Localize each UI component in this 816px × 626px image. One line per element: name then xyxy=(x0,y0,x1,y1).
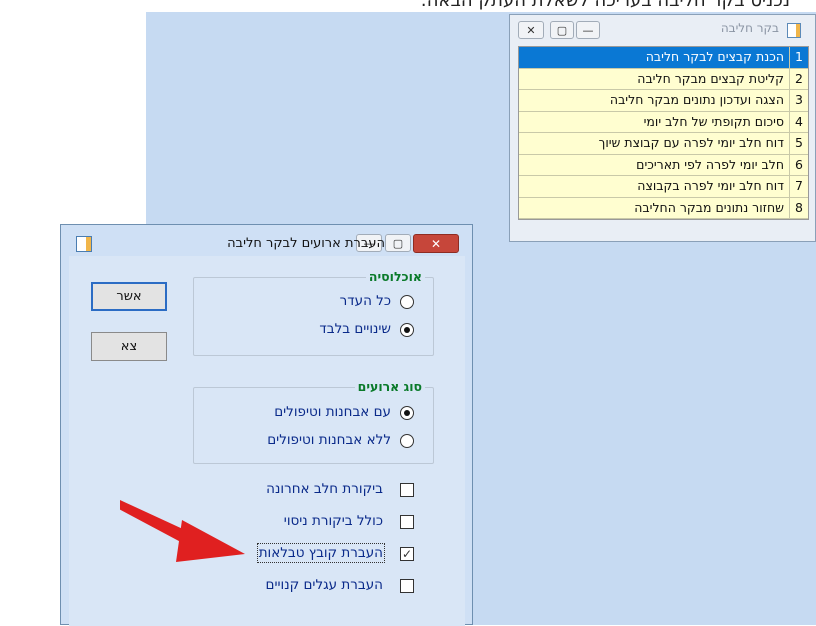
radio-icon[interactable] xyxy=(400,295,414,309)
menu-item-label: קליטת קבצים מבקר חליבה xyxy=(637,70,784,86)
menu-item-number: 7 xyxy=(789,176,808,197)
menu-item-number: 3 xyxy=(789,90,808,111)
window-title: בקר חליבה xyxy=(720,21,779,35)
confirm-button[interactable]: אשר xyxy=(91,282,167,311)
menu-item-number: 1 xyxy=(789,47,808,68)
title-bar: — ▢ ✕ העברת ארועים לבקר חליבה xyxy=(61,225,472,257)
checkbox-icon[interactable] xyxy=(400,579,414,593)
population-legend: אוכלוסיה xyxy=(365,269,425,284)
menu-item[interactable]: 3 הצגה ועדכון נתונים מבקר חליבה xyxy=(519,90,808,112)
population-option-all[interactable]: כל העדר xyxy=(340,293,391,309)
menu-item-label: הצגה ועדכון נתונים מבקר חליבה xyxy=(609,92,784,107)
red-arrow-icon xyxy=(120,500,245,562)
population-group: אוכלוסיה כל העדר שינויים בלבד xyxy=(193,269,434,356)
radio-icon[interactable] xyxy=(400,434,414,448)
maximize-button[interactable]: ▢ xyxy=(385,234,411,252)
checkbox-transfer-tables-file[interactable]: העברת קובץ טבלאות xyxy=(256,543,386,563)
app-icon xyxy=(76,236,92,252)
event-option-without-diagnoses[interactable]: ללא אבחנות וטיפולים xyxy=(267,432,391,448)
exit-button[interactable]: צא xyxy=(91,332,167,361)
close-button[interactable]: ✕ xyxy=(413,234,459,253)
checkbox-transfer-bought-calves[interactable]: העברת עגלים קנויים xyxy=(266,577,383,593)
event-type-group: סוג ארועים עם אבחנות וטיפולים ללא אבחנות… xyxy=(193,379,434,464)
menu-item-label: דוח חלב יומי לפרה עם קבוצת שיוך xyxy=(598,135,784,150)
menu-item[interactable]: 7 דוח חלב יומי לפרה בקבוצה xyxy=(519,176,808,198)
top-caption: נכניס בקר חליבה בעריכה לשאלת העתק הבאה: xyxy=(420,0,790,11)
menu-item[interactable]: 8 שחזור נתונים מבקר החליבה xyxy=(519,197,808,219)
menu-item[interactable]: 2 קליטת קבצים מבקר חליבה xyxy=(519,68,808,90)
population-option-changes[interactable]: שינויים בלבד xyxy=(319,321,391,337)
radio-icon[interactable] xyxy=(400,323,414,337)
maximize-icon: ▢ xyxy=(392,236,404,250)
app-icon xyxy=(787,23,801,38)
menu-item-label: הכנת קבצים לבקר חליבה xyxy=(645,49,784,64)
checkbox-last-milk-check[interactable]: ביקורת חלב אחרונה xyxy=(266,481,383,497)
menu-item-number: 5 xyxy=(789,133,808,154)
menu-item[interactable]: 5 דוח חלב יומי לפרה עם קבוצת שיוך xyxy=(519,133,808,155)
radio-icon[interactable] xyxy=(400,406,414,420)
checkbox-icon[interactable] xyxy=(400,515,414,529)
title-bar: ✕ ▢ — בקר חליבה xyxy=(510,15,815,45)
event-option-with-diagnoses[interactable]: עם אבחנות וטיפולים xyxy=(274,404,391,420)
menu-item[interactable]: 6 חלב יומי לפרה לפי תאריכים xyxy=(519,154,808,176)
menu-item-number: 4 xyxy=(789,111,808,132)
menu-item-label: שחזור נתונים מבקר החליבה xyxy=(634,199,784,215)
menu-item-number: 6 xyxy=(789,154,808,175)
menu-item[interactable]: 4 סיכום תקופתי של חלב יומי xyxy=(519,111,808,133)
menu-item-number: 8 xyxy=(789,197,808,218)
menu-item-number: 2 xyxy=(789,68,808,89)
menu-item[interactable]: 1 הכנת קבצים לבקר חליבה xyxy=(519,47,808,69)
dialog-title: העברת ארועים לבקר חליבה xyxy=(227,236,385,251)
dialog-body: אשר צא אוכלוסיה כל העדר שינויים בלבד סוג… xyxy=(69,256,465,626)
milking-control-menu-window: ✕ ▢ — בקר חליבה 1 הכנת קבצים לבקר חליבה 2 ק… xyxy=(509,14,816,242)
menu-list: 1 הכנת קבצים לבקר חליבה 2 קליטת קבצים מבקר … xyxy=(518,46,809,220)
menu-item-label: דוח חלב יומי לפרה בקבוצה xyxy=(637,178,784,193)
checkbox-include-trial-check[interactable]: כולל ביקורת ניסוי xyxy=(284,513,383,529)
close-icon: ✕ xyxy=(430,236,442,251)
check-icon[interactable]: ✓ xyxy=(400,547,414,561)
menu-item-label: חלב יומי לפרה לפי תאריכים xyxy=(636,156,784,172)
menu-item-label: סיכום תקופתי של חלב יומי xyxy=(643,113,784,129)
event-type-legend: סוג ארועים xyxy=(354,379,425,394)
checkbox-icon[interactable] xyxy=(400,483,414,497)
